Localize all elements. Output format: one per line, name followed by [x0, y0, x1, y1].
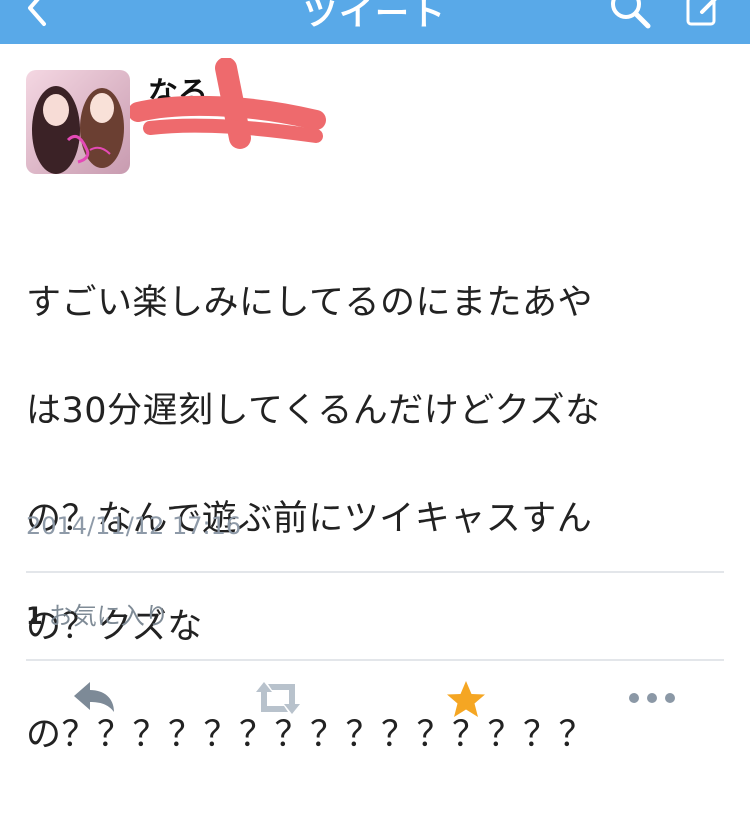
- favorite-label: お気に入り: [48, 602, 169, 630]
- tweet-line: の？？？？？？？？？？？？？？？: [26, 715, 595, 755]
- favorite-count: 1: [26, 602, 43, 630]
- favorite-button[interactable]: [436, 678, 496, 734]
- search-icon[interactable]: [606, 0, 654, 32]
- divider: [26, 659, 724, 661]
- divider: [26, 571, 724, 573]
- avatar[interactable]: [26, 70, 130, 174]
- star-icon: [447, 681, 485, 717]
- profile-photo: [26, 70, 130, 174]
- compose-icon[interactable]: [680, 0, 728, 32]
- reply-icon: [74, 682, 114, 712]
- nav-bar: ツイート: [0, 0, 750, 44]
- tweet-line: は30分遅刻してくるんだけどクズな: [26, 391, 601, 431]
- timestamp: 2014/11/12 17:16: [26, 512, 242, 540]
- more-button[interactable]: [622, 678, 682, 734]
- retweet-icon: [256, 682, 300, 714]
- retweet-button[interactable]: [248, 678, 308, 734]
- redaction-scribble: [130, 58, 326, 149]
- more-icon: [629, 693, 675, 703]
- favorite-count-row[interactable]: 1 お気に入り: [26, 596, 169, 631]
- reply-button[interactable]: [64, 678, 124, 734]
- tweet-line: すごい楽しみにしてるのにまたあや: [26, 283, 593, 323]
